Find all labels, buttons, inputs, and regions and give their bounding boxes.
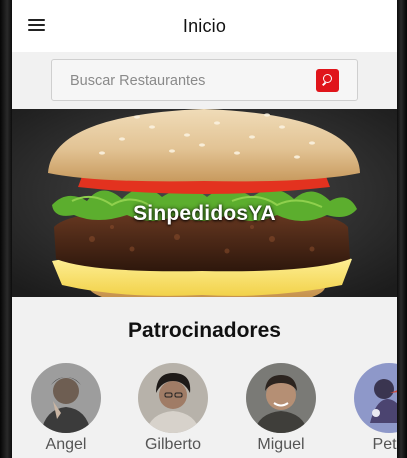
app-screen: Inicio Buscar Restaurantes SinpedidosYA … (12, 0, 397, 458)
sponsor-name: Miguel (257, 436, 305, 453)
hero-banner[interactable]: SinpedidosYA (12, 109, 397, 297)
sponsor-card-angel[interactable]: Angel (21, 363, 111, 458)
sponsor-card-miguel[interactable]: Miguel (236, 363, 326, 458)
device-bezel-right (397, 0, 407, 458)
sponsor-card-pete[interactable]: Pete (344, 363, 397, 458)
avatar (354, 363, 397, 433)
avatar (31, 363, 101, 433)
device-bezel-left (0, 0, 12, 458)
sponsors-section: Patrocinadores Angel Gilberto Miguel Pet (12, 297, 397, 458)
avatar (138, 363, 208, 433)
search-section (12, 52, 397, 109)
search-button[interactable] (316, 69, 339, 92)
page-title: Inicio (182, 16, 227, 36)
sponsors-title: Patrocinadores (128, 319, 281, 342)
app-bar: Inicio (12, 0, 397, 52)
phone-device: Inicio Buscar Restaurantes SinpedidosYA … (0, 0, 407, 458)
sponsor-name: Angel (45, 436, 87, 453)
search-bar (51, 59, 358, 101)
banner-title: SinpedidosYA (133, 202, 276, 225)
sponsor-name: Gilberto (144, 436, 202, 453)
avatar (246, 363, 316, 433)
sponsor-card-gilberto[interactable]: Gilberto (128, 363, 218, 458)
sponsor-name: Pete (372, 436, 397, 453)
search-input[interactable] (70, 72, 310, 90)
